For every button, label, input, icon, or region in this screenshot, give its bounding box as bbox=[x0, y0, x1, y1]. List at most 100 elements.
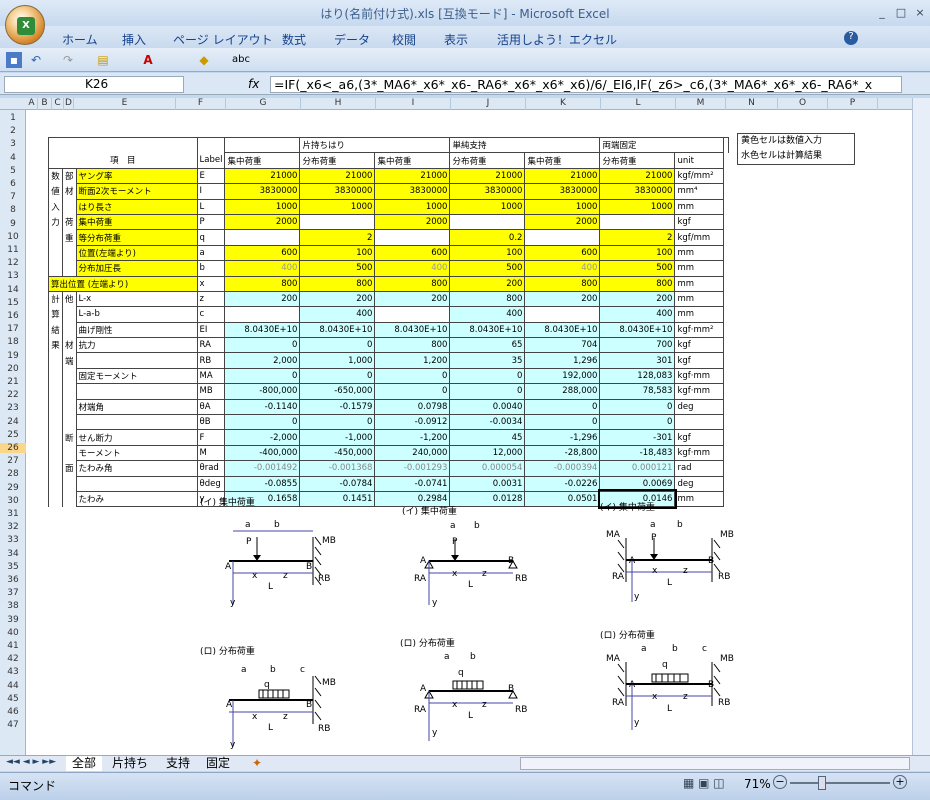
column-header[interactable]: B bbox=[38, 98, 52, 110]
value-cell[interactable]: -0.001293 bbox=[374, 460, 451, 477]
row-header[interactable]: 5 bbox=[0, 166, 26, 176]
function-icon[interactable]: fx bbox=[248, 77, 259, 91]
tab-view[interactable]: 表示 bbox=[444, 31, 468, 48]
value-cell[interactable]: 0.2 bbox=[449, 229, 526, 246]
save-icon[interactable]: ▪ bbox=[6, 52, 22, 68]
value-cell[interactable]: 500 bbox=[599, 260, 676, 277]
value-cell[interactable]: 0 bbox=[449, 383, 526, 400]
row-header[interactable]: 46 bbox=[0, 707, 26, 717]
column-header[interactable]: L bbox=[601, 98, 676, 110]
new-sheet-icon[interactable]: ✦ bbox=[252, 756, 262, 771]
value-cell[interactable]: 0.0069 bbox=[599, 475, 676, 492]
value-cell[interactable]: 288,000 bbox=[524, 383, 601, 400]
value-cell[interactable] bbox=[299, 213, 376, 231]
column-header[interactable]: C bbox=[52, 98, 64, 110]
value-cell[interactable]: 600 bbox=[224, 244, 301, 262]
value-cell[interactable]: 65 bbox=[449, 337, 526, 354]
sheet-tab-simple[interactable]: 支持 bbox=[166, 756, 190, 771]
value-cell[interactable]: 8.0430E+10 bbox=[374, 321, 451, 339]
value-cell[interactable]: -650,000 bbox=[299, 383, 376, 400]
value-cell[interactable]: -1,000 bbox=[299, 429, 376, 446]
row-header[interactable]: 13 bbox=[0, 271, 26, 281]
value-cell[interactable]: -301 bbox=[599, 429, 676, 446]
value-cell[interactable]: 1000 bbox=[599, 198, 676, 215]
value-cell[interactable] bbox=[524, 229, 601, 246]
value-cell[interactable]: 0 bbox=[599, 414, 676, 431]
formula-input[interactable]: =IF(_x6<_a6,(3*_MA6*_x6*_x6-_RA6*_x6*_x6… bbox=[270, 76, 902, 93]
sheet-nav-icon[interactable]: ◄◄ ◄ ► ►► bbox=[6, 757, 56, 767]
value-cell[interactable]: 1000 bbox=[224, 198, 301, 215]
row-header[interactable]: 2 bbox=[0, 126, 26, 136]
row-header[interactable]: 33 bbox=[0, 535, 26, 545]
value-cell[interactable]: 0 bbox=[374, 383, 451, 400]
value-cell[interactable]: 200 bbox=[299, 290, 376, 308]
value-cell[interactable]: 45 bbox=[449, 429, 526, 446]
value-cell[interactable]: 21000 bbox=[599, 167, 676, 185]
row-header[interactable]: 12 bbox=[0, 258, 26, 268]
value-cell[interactable]: 0 bbox=[224, 367, 301, 385]
row-header[interactable]: 35 bbox=[0, 562, 26, 572]
row-header[interactable]: 16 bbox=[0, 311, 26, 321]
column-header[interactable]: E bbox=[74, 98, 176, 110]
value-cell[interactable] bbox=[449, 213, 526, 231]
value-cell[interactable]: 2 bbox=[599, 229, 676, 246]
row-header[interactable]: 21 bbox=[0, 377, 26, 387]
value-cell[interactable]: -0.001492 bbox=[224, 460, 301, 477]
value-cell[interactable]: 0 bbox=[224, 414, 301, 431]
value-cell[interactable]: 1,200 bbox=[374, 352, 451, 369]
row-header[interactable]: 25 bbox=[0, 430, 26, 440]
value-cell[interactable] bbox=[524, 306, 601, 323]
value-cell[interactable]: 1000 bbox=[524, 198, 601, 215]
value-cell[interactable]: 1,296 bbox=[524, 352, 601, 369]
value-cell[interactable]: 0.0798 bbox=[374, 398, 451, 416]
value-cell[interactable]: 12,000 bbox=[449, 444, 526, 462]
tab-insert[interactable]: 挿入 bbox=[122, 31, 146, 48]
row-header[interactable]: 1 bbox=[0, 113, 26, 123]
name-box[interactable]: K26 bbox=[4, 76, 184, 93]
horizontal-scrollbar[interactable] bbox=[520, 757, 910, 770]
column-header[interactable]: D bbox=[64, 98, 74, 110]
row-header[interactable]: 15 bbox=[0, 298, 26, 308]
value-cell[interactable]: 78,583 bbox=[599, 383, 676, 400]
value-cell[interactable]: 400 bbox=[524, 260, 601, 277]
restore-button[interactable]: □ bbox=[893, 6, 909, 20]
value-cell[interactable]: 35 bbox=[449, 352, 526, 369]
row-header[interactable]: 10 bbox=[0, 232, 26, 242]
row-header[interactable]: 42 bbox=[0, 654, 26, 664]
value-cell[interactable]: 21000 bbox=[524, 167, 601, 185]
value-cell[interactable]: 0 bbox=[299, 337, 376, 354]
value-cell[interactable]: 800 bbox=[449, 290, 526, 308]
value-cell[interactable]: -0.0034 bbox=[449, 414, 526, 431]
value-cell[interactable]: 800 bbox=[524, 275, 601, 292]
value-cell[interactable]: -0.0855 bbox=[224, 475, 301, 492]
value-cell[interactable]: 200 bbox=[224, 290, 301, 308]
value-cell[interactable]: 800 bbox=[224, 275, 301, 292]
value-cell[interactable]: 400 bbox=[599, 306, 676, 323]
value-cell[interactable]: 500 bbox=[449, 260, 526, 277]
row-header[interactable]: 34 bbox=[0, 549, 26, 559]
value-cell[interactable]: 1000 bbox=[449, 198, 526, 215]
value-cell[interactable]: 100 bbox=[599, 244, 676, 262]
value-cell[interactable] bbox=[374, 306, 451, 323]
spelling-icon[interactable]: abc bbox=[230, 52, 252, 68]
value-cell[interactable]: -0.000394 bbox=[524, 460, 601, 477]
value-cell[interactable]: 8.0430E+10 bbox=[224, 321, 301, 339]
value-cell[interactable]: 704 bbox=[524, 337, 601, 354]
row-header[interactable]: 28 bbox=[0, 469, 26, 479]
row-header[interactable]: 45 bbox=[0, 694, 26, 704]
row-header[interactable]: 32 bbox=[0, 522, 26, 532]
value-cell[interactable]: -0.0784 bbox=[299, 475, 376, 492]
value-cell[interactable]: 21000 bbox=[374, 167, 451, 185]
value-cell[interactable]: 0.0040 bbox=[449, 398, 526, 416]
value-cell[interactable]: 21000 bbox=[449, 167, 526, 185]
zoom-out-icon[interactable]: − bbox=[773, 775, 787, 789]
value-cell[interactable]: 192,000 bbox=[524, 367, 601, 385]
value-cell[interactable]: 0.1451 bbox=[299, 490, 376, 508]
value-cell[interactable]: 3830000 bbox=[224, 183, 301, 200]
value-cell[interactable]: 0 bbox=[599, 398, 676, 416]
tab-data[interactable]: データ bbox=[334, 31, 370, 48]
value-cell[interactable]: 8.0430E+10 bbox=[599, 321, 676, 339]
value-cell[interactable]: 0.0031 bbox=[449, 475, 526, 492]
row-header[interactable]: 9 bbox=[0, 219, 26, 229]
value-cell[interactable]: 800 bbox=[374, 275, 451, 292]
